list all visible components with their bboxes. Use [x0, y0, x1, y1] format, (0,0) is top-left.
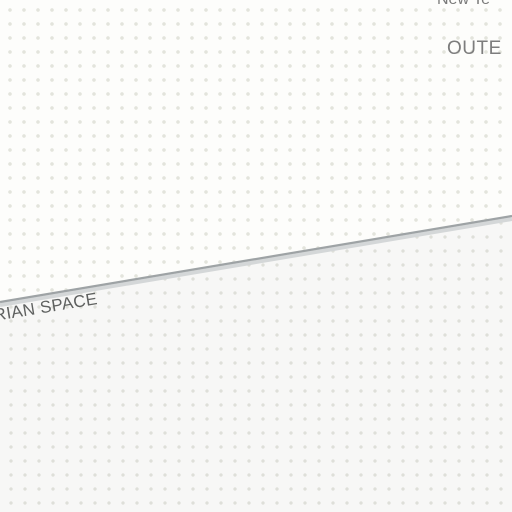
street-label-top: New Te — [437, 0, 490, 9]
pedestrian-space-area — [0, 216, 512, 512]
area-label-outer: OUTE — [447, 38, 502, 59]
map-canvas[interactable]: New Te OUTE RIAN SPACE — [0, 0, 512, 512]
